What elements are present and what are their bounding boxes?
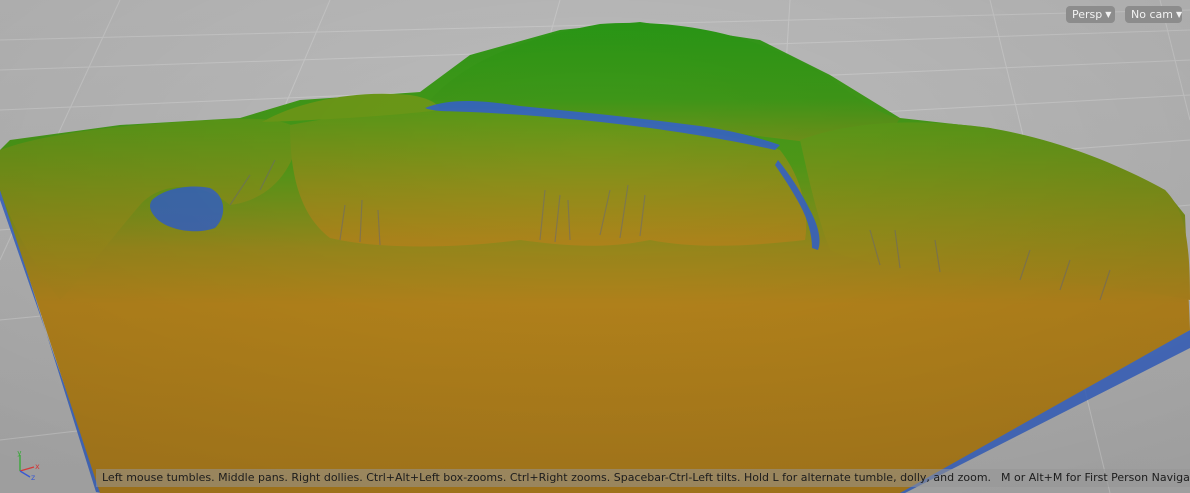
chevron-down-icon: ▼ <box>1105 10 1112 19</box>
projection-menu[interactable]: Persp ▼ <box>1066 6 1115 23</box>
status-hint-extra: M or Alt+M for First Person Navigation. <box>1001 471 1190 484</box>
camera-menu[interactable]: No cam ▼ <box>1125 6 1182 23</box>
axis-gizmo-icon: x y z <box>17 448 40 482</box>
axis-gizmo: x y z <box>12 448 46 485</box>
camera-menu-label: No cam <box>1131 8 1173 21</box>
axis-x-label: x <box>35 462 40 471</box>
projection-menu-label: Persp <box>1072 8 1103 21</box>
chevron-down-icon: ▼ <box>1175 10 1183 19</box>
axis-z-label: z <box>31 473 35 481</box>
3d-viewport[interactable]: Persp ▼ No cam ▼ x y z Left mouse tumble… <box>0 0 1190 493</box>
status-hint-main: Left mouse tumbles. Middle pans. Right d… <box>102 471 992 484</box>
viewport-status-hint: Left mouse tumbles. Middle pans. Right d… <box>96 469 1190 487</box>
terrain-scene[interactable] <box>0 0 1190 493</box>
axis-y-label: y <box>17 451 22 457</box>
